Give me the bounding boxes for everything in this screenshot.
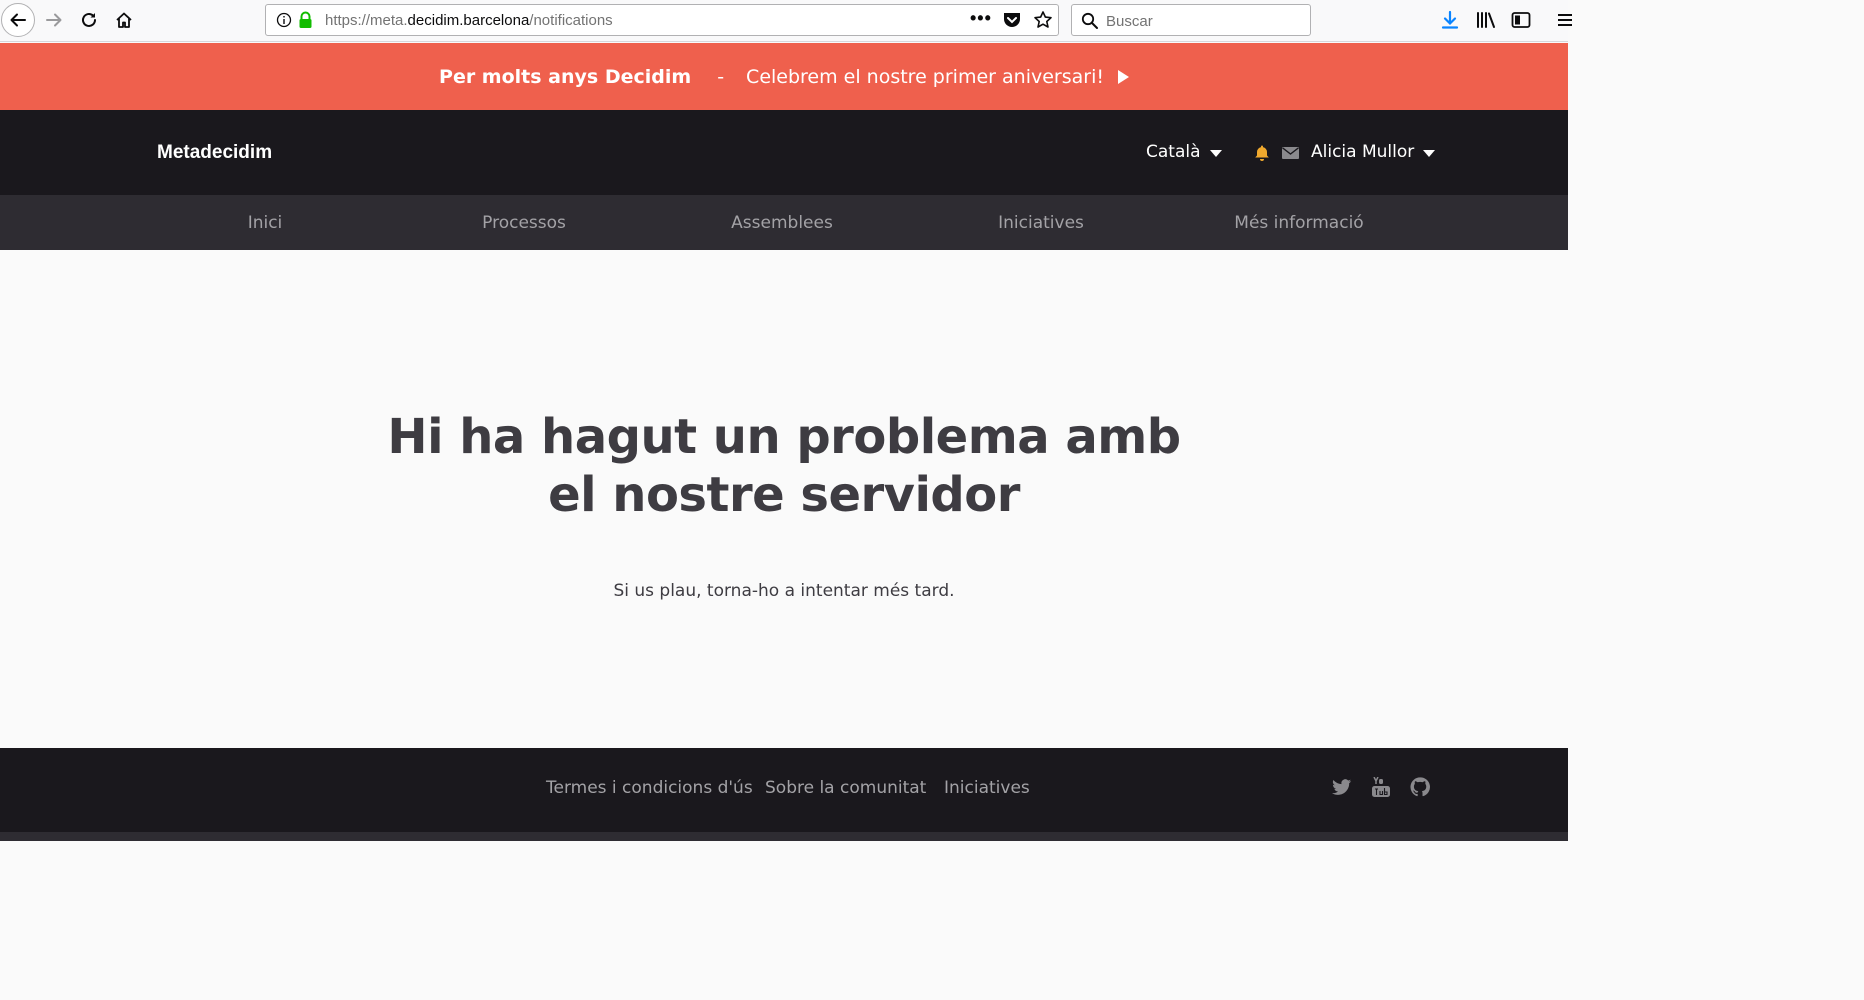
site-header: Metadecidim Català Alicia Mullor <box>0 110 1568 195</box>
browser-toolbar: https://meta.decidim.barcelona/notificat… <box>0 0 1572 42</box>
site-footer: Termes i condicions d'ús Sobre la comuni… <box>0 748 1568 832</box>
youtube-icon <box>1372 777 1390 797</box>
reload-icon <box>82 12 96 27</box>
error-message: Si us plau, torna-ho a intentar més tard… <box>613 581 955 601</box>
hamburger-icon <box>1558 14 1572 26</box>
language-chooser[interactable]: Català <box>1146 142 1222 162</box>
arrow-right-icon <box>46 13 62 27</box>
url-prefix: https://meta. <box>325 12 408 29</box>
home-button[interactable] <box>107 3 141 37</box>
page-actions-icon[interactable]: ••• <box>970 8 992 29</box>
browser-search[interactable] <box>1071 4 1311 36</box>
sidebar-button[interactable] <box>1509 8 1533 32</box>
announcement-link-text: Celebrem el nostre primer aniversari! <box>746 65 1104 88</box>
site-logo[interactable]: Metadecidim <box>157 142 272 164</box>
forward-button[interactable] <box>37 3 71 37</box>
home-icon <box>116 12 132 28</box>
star-icon[interactable] <box>1033 10 1053 30</box>
url-domain: decidim.barcelona <box>407 12 530 29</box>
back-button[interactable] <box>1 3 35 37</box>
menu-button[interactable] <box>1552 8 1576 32</box>
reload-button[interactable] <box>72 3 106 37</box>
youtube-link[interactable] <box>1370 776 1392 798</box>
language-label: Català <box>1146 142 1201 162</box>
footer-link-community[interactable]: Sobre la comunitat <box>765 778 926 798</box>
user-name: Alicia Mullor <box>1311 142 1415 162</box>
announcement-link[interactable]: Celebrem el nostre primer aniversari! <box>746 66 1129 88</box>
pocket-icon[interactable] <box>1002 11 1022 29</box>
nav-item-assemblees[interactable]: Assemblees <box>731 213 833 233</box>
announcement-bar: Per molts anys Decidim - Celebrem el nos… <box>0 43 1568 110</box>
search-icon <box>1081 12 1098 29</box>
footer-bottom-bar <box>0 832 1568 841</box>
url-path: /notifications <box>529 12 613 29</box>
nav-item-mes-informacio[interactable]: Més informació <box>1234 213 1363 233</box>
lock-icon <box>299 11 312 28</box>
github-icon <box>1410 777 1430 797</box>
downloads-button[interactable] <box>1438 8 1462 32</box>
footer-link-terms[interactable]: Termes i condicions d'ús <box>546 778 753 798</box>
download-icon <box>1441 10 1459 29</box>
sidebar-icon <box>1511 12 1531 28</box>
nav-item-inici[interactable]: Inici <box>248 213 283 233</box>
twitter-icon <box>1332 778 1352 795</box>
url-bar[interactable]: https://meta.decidim.barcelona/notificat… <box>265 4 1059 36</box>
caret-down-icon <box>1209 149 1222 157</box>
envelope-icon[interactable] <box>1282 147 1299 159</box>
main-navigation: Inici Processos Assemblees Iniciatives M… <box>0 195 1568 250</box>
bell-icon[interactable] <box>1254 144 1270 161</box>
announcement-separator: - <box>717 65 725 88</box>
arrow-left-icon <box>10 13 26 27</box>
main-content: Hi ha hagut un problema amb el nostre se… <box>0 250 1568 748</box>
github-link[interactable] <box>1409 776 1431 798</box>
play-icon <box>1117 69 1129 84</box>
footer-link-initiatives[interactable]: Iniciatives <box>944 778 1030 798</box>
info-icon[interactable] <box>276 12 292 28</box>
twitter-link[interactable] <box>1331 776 1353 798</box>
url-text[interactable]: https://meta.decidim.barcelona/notificat… <box>325 12 613 29</box>
caret-down-icon <box>1423 149 1436 157</box>
nav-item-iniciatives[interactable]: Iniciatives <box>998 213 1084 233</box>
nav-item-processos[interactable]: Processos <box>482 213 566 233</box>
library-icon <box>1477 12 1495 28</box>
user-menu[interactable]: Alicia Mullor <box>1311 142 1436 162</box>
library-button[interactable] <box>1474 8 1498 32</box>
announcement-title: Per molts anys Decidim <box>439 65 692 88</box>
error-title: Hi ha hagut un problema amb el nostre se… <box>387 409 1181 523</box>
browser-search-input[interactable] <box>1106 11 1296 31</box>
